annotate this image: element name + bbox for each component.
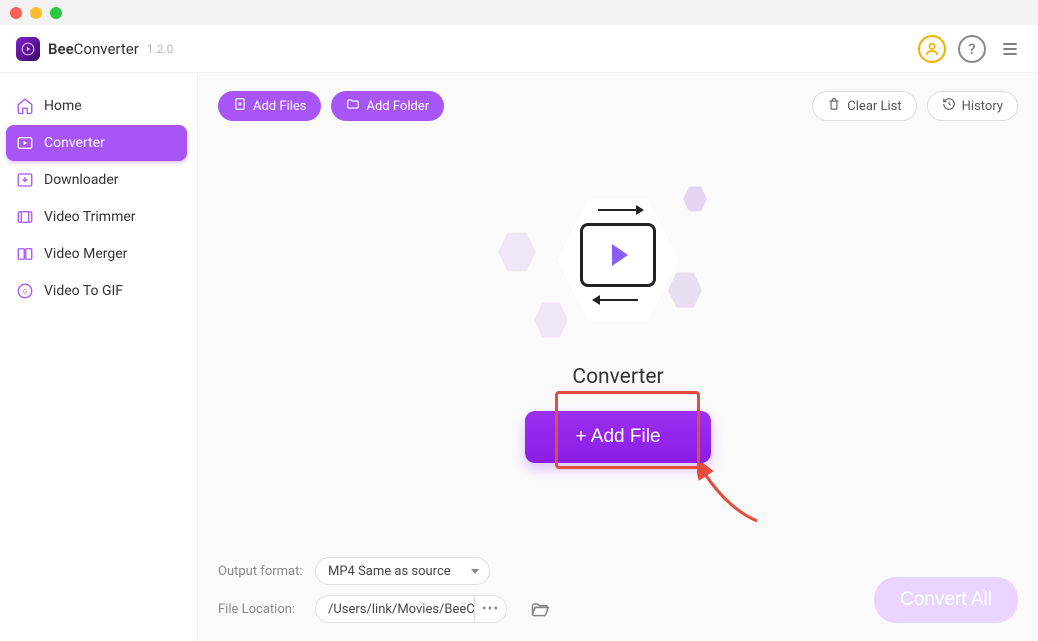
download-icon (16, 171, 34, 189)
button-label: History (962, 99, 1003, 114)
history-button[interactable]: History (927, 91, 1018, 121)
sidebar-item-converter[interactable]: Converter (6, 125, 187, 161)
trimmer-icon (16, 208, 34, 226)
select-value: MP4 Same as source (328, 564, 451, 579)
sidebar-item-label: Video To GIF (44, 283, 123, 299)
sidebar-item-label: Downloader (44, 172, 119, 188)
browse-location-button[interactable]: ••• (475, 595, 507, 623)
clear-list-button[interactable]: Clear List (812, 91, 916, 121)
app-version: 1.2.0 (147, 42, 174, 56)
output-format-select[interactable]: MP4 Same as source (315, 557, 490, 585)
path-value: /Users/link/Movies/BeeC (328, 602, 475, 617)
sidebar: Home Converter Downloader Video Trimmer … (0, 73, 198, 641)
file-add-icon (233, 97, 247, 115)
sidebar-item-home[interactable]: Home (6, 88, 187, 124)
sidebar-item-gif[interactable]: G Video To GIF (6, 273, 187, 309)
empty-state: Converter + Add File (198, 121, 1038, 547)
window-titlebar (0, 0, 1038, 25)
folder-add-icon (346, 97, 360, 115)
file-location-field: /Users/link/Movies/BeeC (315, 595, 475, 623)
output-format-label: Output format: (218, 564, 303, 579)
window-minimize-button[interactable] (30, 7, 42, 19)
main-toolbar: Add Files Add Folder Clear List History (198, 73, 1038, 121)
sidebar-item-downloader[interactable]: Downloader (6, 162, 187, 198)
button-label: Clear List (847, 99, 901, 114)
add-folder-button[interactable]: Add Folder (331, 91, 444, 121)
sidebar-item-label: Converter (44, 135, 105, 151)
empty-state-title: Converter (572, 365, 663, 389)
file-location-label: File Location: (218, 602, 303, 617)
convert-all-button[interactable]: Convert All (874, 577, 1018, 623)
add-files-button[interactable]: Add Files (218, 91, 321, 121)
window-close-button[interactable] (10, 7, 22, 19)
button-label: Add Folder (366, 99, 429, 114)
sidebar-item-label: Video Merger (44, 246, 127, 262)
home-icon (16, 97, 34, 115)
button-label: Add Files (253, 99, 306, 114)
app-logo-icon (16, 37, 40, 61)
menu-button[interactable] (998, 35, 1022, 63)
svg-text:G: G (23, 288, 27, 295)
sidebar-item-label: Home (44, 98, 82, 114)
window-maximize-button[interactable] (50, 7, 62, 19)
app-title: BeeConverter (48, 40, 139, 58)
trash-icon (827, 97, 841, 115)
merger-icon (16, 245, 34, 263)
sidebar-item-label: Video Trimmer (44, 209, 136, 225)
converter-icon (16, 134, 34, 152)
annotation-arrow-icon (697, 463, 761, 525)
add-file-button[interactable]: + Add File (525, 411, 710, 463)
sidebar-item-merger[interactable]: Video Merger (6, 236, 187, 272)
converter-illustration (498, 175, 738, 345)
user-account-button[interactable] (918, 35, 946, 63)
gif-icon: G (16, 282, 34, 300)
open-folder-button[interactable] (529, 598, 551, 620)
sidebar-item-trimmer[interactable]: Video Trimmer (6, 199, 187, 235)
app-header: BeeConverter 1.2.0 ? (0, 25, 1038, 73)
main-panel: Add Files Add Folder Clear List History (198, 73, 1038, 641)
history-icon (942, 97, 956, 115)
help-button[interactable]: ? (958, 35, 986, 63)
